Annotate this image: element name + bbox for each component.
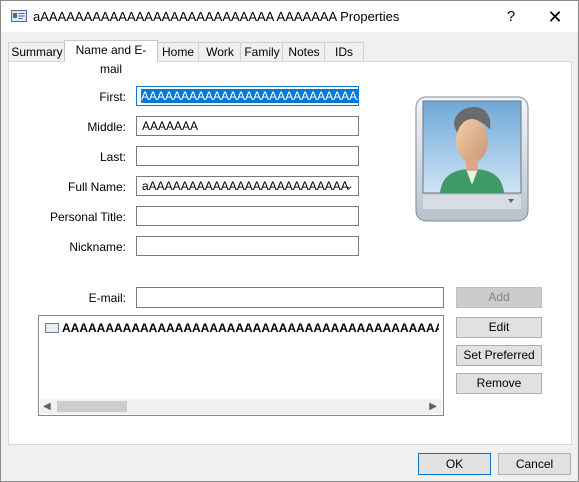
horizontal-scrollbar[interactable]: ◀ ▶ bbox=[40, 399, 442, 414]
last-name-input[interactable] bbox=[136, 146, 359, 166]
contact-photo-button[interactable] bbox=[414, 95, 530, 223]
chevron-down-icon[interactable]: ⌄ bbox=[345, 177, 354, 195]
middle-name-label: Middle: bbox=[87, 120, 126, 134]
full-name-label: Full Name: bbox=[67, 180, 126, 194]
tab-home[interactable]: Home bbox=[156, 42, 200, 61]
help-button[interactable]: ? bbox=[498, 5, 524, 29]
email-list-item-text: AAAAAAAAAAAAAAAAAAAAAAAAAAAAAAAAAAAAAAAA… bbox=[62, 321, 439, 335]
email-label: E-mail: bbox=[88, 291, 126, 305]
title-bar: aAAAAAAAAAAAAAAAAAAAAAAAAAAA AAAAAAA Pro… bbox=[1, 1, 578, 32]
scroll-right-icon[interactable]: ▶ bbox=[429, 399, 437, 414]
full-name-value: aAAAAAAAAAAAAAAAAAAAAAAAAA bbox=[142, 179, 349, 193]
close-button[interactable]: ✕ bbox=[541, 5, 569, 29]
tab-notes[interactable]: Notes bbox=[282, 42, 326, 61]
window-title: aAAAAAAAAAAAAAAAAAAAAAAAAAAA AAAAAAA Pro… bbox=[33, 9, 400, 24]
last-name-label: Last: bbox=[99, 150, 126, 164]
tab-name-and-email[interactable]: Name and E-mail bbox=[64, 40, 158, 76]
properties-dialog: aAAAAAAAAAAAAAAAAAAAAAAAAAAA AAAAAAA Pro… bbox=[0, 0, 579, 482]
nickname-input[interactable] bbox=[136, 236, 359, 256]
tab-work[interactable]: Work bbox=[198, 42, 242, 61]
first-name-label: First: bbox=[99, 90, 126, 104]
personal-title-input[interactable] bbox=[136, 206, 359, 226]
add-email-button[interactable]: Add bbox=[456, 287, 542, 308]
personal-title-label: Personal Title: bbox=[49, 210, 126, 224]
email-card-icon bbox=[45, 323, 59, 333]
email-list[interactable]: AAAAAAAAAAAAAAAAAAAAAAAAAAAAAAAAAAAAAAAA… bbox=[38, 315, 444, 416]
tab-ids[interactable]: IDs bbox=[324, 42, 364, 61]
first-name-value: AAAAAAAAAAAAAAAAAAAAAAAAAAAA bbox=[141, 89, 358, 103]
tab-summary[interactable]: Summary bbox=[8, 42, 66, 61]
set-preferred-button[interactable]: Set Preferred bbox=[456, 345, 542, 366]
nickname-label: Nickname: bbox=[69, 240, 126, 254]
ok-button[interactable]: OK bbox=[418, 453, 491, 475]
remove-email-button[interactable]: Remove bbox=[456, 373, 542, 394]
email-input[interactable] bbox=[136, 287, 444, 308]
list-item[interactable]: AAAAAAAAAAAAAAAAAAAAAAAAAAAAAAAAAAAAAAAA… bbox=[45, 321, 439, 335]
scroll-left-icon[interactable]: ◀ bbox=[43, 399, 51, 414]
cancel-button[interactable]: Cancel bbox=[498, 453, 571, 475]
scrollbar-thumb[interactable] bbox=[57, 401, 127, 412]
contact-card-icon bbox=[11, 10, 27, 22]
edit-email-button[interactable]: Edit bbox=[456, 317, 542, 338]
tab-family[interactable]: Family bbox=[240, 42, 284, 61]
full-name-combobox[interactable]: aAAAAAAAAAAAAAAAAAAAAAAAAA ⌄ bbox=[136, 176, 359, 196]
first-name-input[interactable]: AAAAAAAAAAAAAAAAAAAAAAAAAAAA bbox=[136, 86, 359, 106]
middle-name-input[interactable]: AAAAAAA bbox=[136, 116, 359, 136]
